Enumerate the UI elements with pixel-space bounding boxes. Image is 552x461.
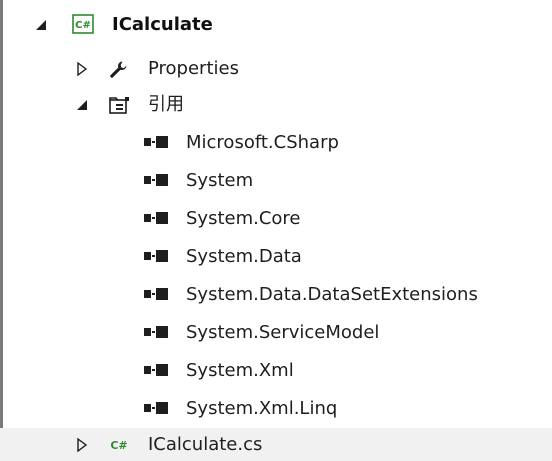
csharp-file-icon: C# [110, 439, 127, 452]
assembly-reference-icon [144, 212, 168, 224]
assembly-reference-icon [144, 136, 168, 148]
properties-label: Properties [148, 58, 239, 79]
reference-item[interactable]: System [0, 162, 552, 200]
reference-item[interactable]: System.Core [0, 200, 552, 238]
reference-label: System.ServiceModel [186, 322, 380, 343]
project-name: ICalculate [112, 14, 213, 35]
solution-explorer-tree: C# ICalculate Properties 引用 Microsoft.CS… [0, 0, 552, 461]
reference-item[interactable]: System.Data.DataSetExtensions [0, 276, 552, 314]
reference-label: System.Core [186, 208, 301, 229]
tree-node-references[interactable]: 引用 [0, 86, 552, 124]
assembly-reference-icon [144, 326, 168, 338]
assembly-reference-icon [144, 402, 168, 414]
collapsed-triangle-icon[interactable] [75, 62, 89, 76]
csharp-project-icon: C# [72, 14, 94, 34]
reference-label: System.Xml.Linq [186, 398, 338, 419]
reference-item[interactable]: System.Xml [0, 352, 552, 390]
references-label: 引用 [148, 94, 184, 115]
assembly-reference-icon [144, 174, 168, 186]
reference-label: System.Data.DataSetExtensions [186, 284, 478, 305]
svg-text:C#: C# [110, 439, 127, 452]
references-folder-icon [109, 97, 129, 114]
reference-label: System [186, 170, 254, 191]
wrench-icon [110, 61, 127, 78]
svg-text:C#: C# [75, 20, 91, 31]
reference-item[interactable]: System.Data [0, 238, 552, 276]
reference-label: Microsoft.CSharp [186, 132, 339, 153]
tree-node-file[interactable]: C# ICalculate.cs [0, 428, 552, 461]
assembly-reference-icon [144, 288, 168, 300]
expanded-triangle-icon[interactable] [34, 18, 48, 32]
reference-item[interactable]: Microsoft.CSharp [0, 124, 552, 162]
file-label: ICalculate.cs [148, 434, 263, 455]
reference-item[interactable]: System.ServiceModel [0, 314, 552, 352]
expanded-triangle-icon[interactable] [75, 98, 89, 112]
assembly-reference-icon [144, 250, 168, 262]
assembly-reference-icon [144, 364, 168, 376]
reference-label: System.Data [186, 246, 302, 267]
tree-node-project[interactable]: C# ICalculate [0, 6, 552, 44]
reference-item[interactable]: System.Xml.Linq [0, 390, 552, 428]
tree-node-properties[interactable]: Properties [0, 50, 552, 88]
collapsed-triangle-icon[interactable] [75, 438, 89, 452]
reference-label: System.Xml [186, 360, 294, 381]
